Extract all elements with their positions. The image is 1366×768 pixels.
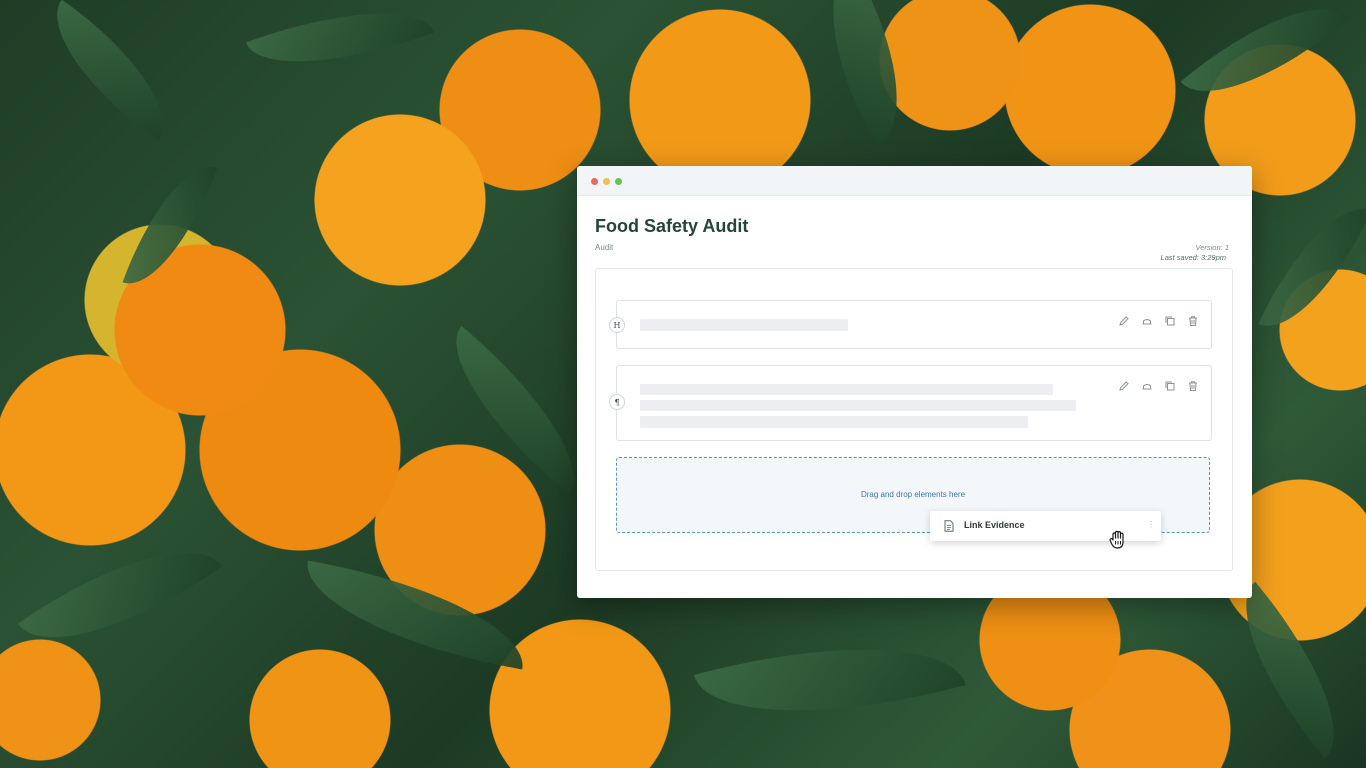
leaf-decoration <box>1258 187 1366 348</box>
duplicate-icon[interactable] <box>1164 315 1176 327</box>
stamp-icon[interactable] <box>1141 315 1153 327</box>
leaf-decoration <box>18 508 222 682</box>
grab-hand-cursor-icon <box>1109 530 1124 549</box>
leaf-decoration <box>1209 581 1366 759</box>
leaf-decoration <box>792 0 938 147</box>
paragraph-placeholder-line <box>640 384 1053 395</box>
window-titlebar <box>577 166 1252 196</box>
paragraph-block-handle[interactable]: ¶ <box>609 394 625 410</box>
heading-block[interactable]: H <box>609 300 1212 349</box>
document-type-label: Audit <box>595 243 614 252</box>
document-icon <box>944 520 954 532</box>
dragged-element-label: Link Evidence <box>964 520 1025 530</box>
page-title: Food Safety Audit <box>595 216 749 236</box>
leaf-decoration <box>295 560 535 670</box>
version-label: Version: 1 <box>1195 243 1230 252</box>
leaf-decoration <box>694 607 966 753</box>
trash-icon[interactable] <box>1187 315 1199 327</box>
leaf-decoration <box>122 150 218 300</box>
last-saved-label: Last saved: 3:29pm <box>1160 253 1226 262</box>
leaf-decoration <box>1180 0 1350 128</box>
pencil-icon[interactable] <box>1118 380 1130 392</box>
heading-block-handle[interactable]: H <box>609 317 625 333</box>
paragraph-block-actions <box>1118 380 1199 392</box>
drag-grip-icon: ⋮ <box>1147 520 1155 529</box>
leaf-decoration <box>246 0 434 95</box>
document-header: Food Safety Audit Last saved: 3:29pm <box>577 196 1252 268</box>
duplicate-icon[interactable] <box>1164 380 1176 392</box>
paragraph-placeholder-line <box>640 400 1076 411</box>
heading-placeholder-bar <box>640 319 848 331</box>
drop-zone-label: Drag and drop elements here <box>860 490 966 499</box>
paragraph-block[interactable]: ¶ <box>609 365 1212 441</box>
pencil-icon[interactable] <box>1118 315 1130 327</box>
window-close-button[interactable] <box>591 178 598 185</box>
heading-block-actions <box>1118 315 1199 327</box>
paragraph-placeholder-line <box>640 416 1028 428</box>
trash-icon[interactable] <box>1187 380 1199 392</box>
window-maximize-button[interactable] <box>615 178 622 185</box>
stamp-icon[interactable] <box>1141 380 1153 392</box>
leaf-decoration <box>27 0 193 141</box>
window-minimize-button[interactable] <box>603 178 610 185</box>
